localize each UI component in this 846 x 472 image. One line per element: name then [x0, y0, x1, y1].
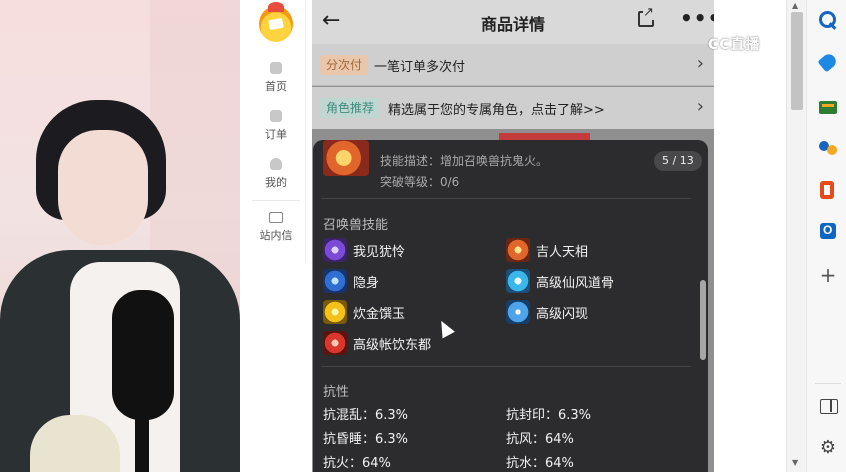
browser-sidebar: + ⚙	[806, 0, 846, 472]
installment-text: 一笔订单多次付	[374, 60, 466, 75]
resistance-value: 抗混乱：6.3%	[323, 408, 409, 423]
nav-item-mine[interactable]: 我的	[246, 158, 306, 190]
summon-skill[interactable]: 隐身	[323, 269, 379, 293]
skill-name: 吉人天相	[536, 244, 589, 260]
resistance-value: 抗风：64%	[506, 432, 574, 447]
microphone-stand	[135, 410, 149, 472]
skill-fire-icon	[323, 140, 369, 176]
toolbox-icon[interactable]	[817, 95, 839, 117]
add-icon[interactable]: +	[817, 264, 839, 286]
page-counter-badge: 5 / 13	[654, 151, 702, 171]
page-header: ← 商品详情 •••	[312, 0, 714, 44]
chevron-right-icon: ›	[696, 96, 704, 117]
resistance-value: 抗封印：6.3%	[506, 408, 592, 423]
skill-name: 隐身	[353, 275, 380, 291]
summon-skill[interactable]: 高级仙风道骨	[506, 269, 614, 293]
nav-item-label: 订单	[265, 128, 287, 141]
nav-item-home[interactable]: 首页	[246, 62, 306, 94]
summon-skill[interactable]: 炊金馔玉	[323, 300, 405, 324]
skill-icon-gold	[323, 300, 347, 324]
order-icon	[270, 110, 282, 122]
skill-name: 高级帐饮东都	[353, 337, 432, 353]
card-scrollbar[interactable]	[700, 280, 706, 360]
stream-watermark: CC直播	[708, 37, 761, 53]
outlook-icon[interactable]	[817, 220, 839, 242]
divider	[321, 366, 691, 367]
skill-description: 技能描述：增加召唤兽抗鬼火。	[380, 154, 549, 168]
breakthrough-level: 突破等级：0/6	[380, 175, 460, 189]
nav-item-label: 首页	[265, 80, 287, 93]
resistance-value: 抗火：64%	[323, 456, 391, 471]
scrollbar-thumb[interactable]	[791, 12, 803, 110]
pet-detail-card: 技能描述：增加召唤兽抗鬼火。 突破等级：0/6 5 / 13 召唤兽技能 我见犹…	[313, 140, 708, 472]
chevron-right-icon: ›	[696, 53, 704, 74]
nav-item-orders[interactable]: 订单	[246, 110, 306, 142]
skill-icon-lightblue	[506, 300, 530, 324]
user-icon	[270, 158, 282, 170]
microphone	[112, 290, 174, 420]
people-icon[interactable]	[817, 137, 839, 159]
browser-scrollbar[interactable]: ▲ ▼	[786, 0, 806, 472]
skill-name: 高级仙风道骨	[536, 275, 615, 291]
resistance-value: 抗昏睡：6.3%	[323, 432, 409, 447]
summon-skill[interactable]: 高级闪现	[506, 300, 588, 324]
role-recommend-row[interactable]: 角色推荐 精选属于您的专属角色，点击了解>> ›	[312, 87, 714, 129]
side-panel-icon[interactable]	[817, 395, 839, 417]
skill-icon-purple	[323, 238, 347, 262]
site-side-nav: 首页 订单 我的 站内信	[240, 0, 312, 472]
skill-icon-blue	[323, 269, 347, 293]
gear-icon[interactable]: ⚙	[817, 437, 839, 459]
site-logo-icon[interactable]	[259, 2, 293, 42]
skill-name: 炊金馔玉	[353, 306, 406, 322]
skill-icon-fire	[506, 238, 530, 262]
share-icon[interactable]	[638, 5, 654, 27]
role-recommend-text: 精选属于您的专属角色，点击了解>>	[388, 103, 605, 118]
more-icon[interactable]: •••	[680, 6, 714, 30]
product-detail-page: ← 商品详情 ••• 分次付 一笔订单多次付 › 角色推荐 精选属于您的专属角色…	[312, 0, 714, 472]
installment-tag: 分次付	[320, 55, 369, 75]
home-icon	[270, 62, 282, 74]
page-margin	[714, 0, 786, 472]
webcam-video	[0, 0, 240, 472]
nav-item-inbox[interactable]: 站内信	[246, 212, 306, 243]
resistance-value: 抗水：64%	[506, 456, 574, 471]
skill-name: 高级闪现	[536, 306, 589, 322]
office-icon[interactable]	[817, 179, 839, 201]
sidebar-divider	[815, 383, 841, 384]
skill-name: 我见犹怜	[353, 244, 406, 260]
nav-item-label: 我的	[265, 176, 287, 189]
nav-item-label: 站内信	[259, 229, 293, 242]
summon-skill[interactable]: 吉人天相	[506, 238, 588, 262]
shopping-tag-icon[interactable]	[817, 52, 839, 74]
summon-skill[interactable]: 我见犹怜	[323, 238, 405, 262]
skill-icon-red	[323, 331, 347, 355]
nav-divider	[252, 200, 300, 201]
divider	[321, 198, 691, 199]
scroll-up-icon[interactable]: ▲	[792, 1, 798, 10]
summon-skill[interactable]: 高级帐饮东都	[323, 331, 431, 355]
role-recommend-tag: 角色推荐	[320, 98, 381, 118]
streamer-face	[58, 130, 148, 245]
scroll-down-icon[interactable]: ▼	[792, 458, 798, 467]
search-icon[interactable]	[817, 9, 839, 31]
mail-icon	[269, 212, 283, 223]
resistance-title: 抗性	[323, 385, 350, 400]
installment-row[interactable]: 分次付 一笔订单多次付 ›	[312, 44, 714, 86]
summon-skills-title: 召唤兽技能	[323, 218, 389, 233]
skill-icon-cyan	[506, 269, 530, 293]
